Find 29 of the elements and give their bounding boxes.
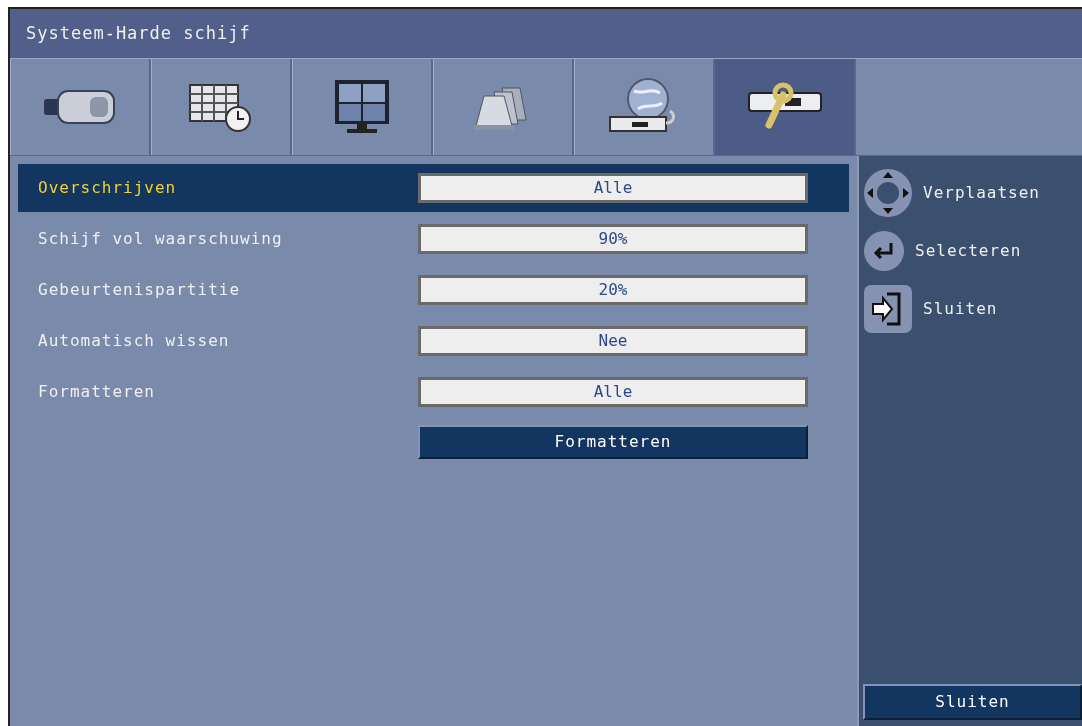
direction-pad-icon (863, 168, 913, 218)
tab[interactable] (292, 59, 433, 155)
setting-label: Automatisch wissen (37, 330, 231, 352)
setting-row[interactable]: Overschrijven Alle (18, 164, 849, 212)
close-button[interactable]: Sluiten (863, 684, 1082, 720)
setting-row[interactable]: Gebeurtenispartitie 20% (18, 266, 849, 314)
setting-label: Formatteren (37, 381, 156, 403)
setting-label: Gebeurtenispartitie (37, 279, 242, 301)
setting-row[interactable]: Formatteren Alle (18, 368, 849, 416)
value-field[interactable]: 90% (418, 224, 808, 254)
value-field[interactable]: Alle (418, 173, 808, 203)
tab[interactable] (151, 59, 292, 155)
value-field[interactable]: Alle (418, 377, 808, 407)
exit-door-icon (863, 284, 913, 334)
legend-label: Selecteren (915, 240, 1022, 262)
setting-row[interactable]: Schijf vol waarschuwing 90% (18, 215, 849, 263)
value-field[interactable]: Nee (418, 326, 808, 356)
setting-label: Schijf vol waarschuwing (37, 228, 284, 250)
legend-label: Verplaatsen (923, 182, 1040, 204)
setting-label: Overschrijven (37, 177, 178, 199)
tab[interactable] (574, 59, 715, 155)
tab[interactable] (10, 59, 151, 155)
legend-label: Sluiten (923, 298, 998, 320)
tab[interactable] (715, 59, 856, 155)
enter-icon (863, 230, 905, 272)
format-button[interactable]: Formatteren (418, 425, 808, 459)
value-field[interactable]: 20% (418, 275, 808, 305)
setting-row[interactable]: Automatisch wissen Nee (18, 317, 849, 365)
window-title: Systeem-Harde schijf (26, 21, 251, 45)
